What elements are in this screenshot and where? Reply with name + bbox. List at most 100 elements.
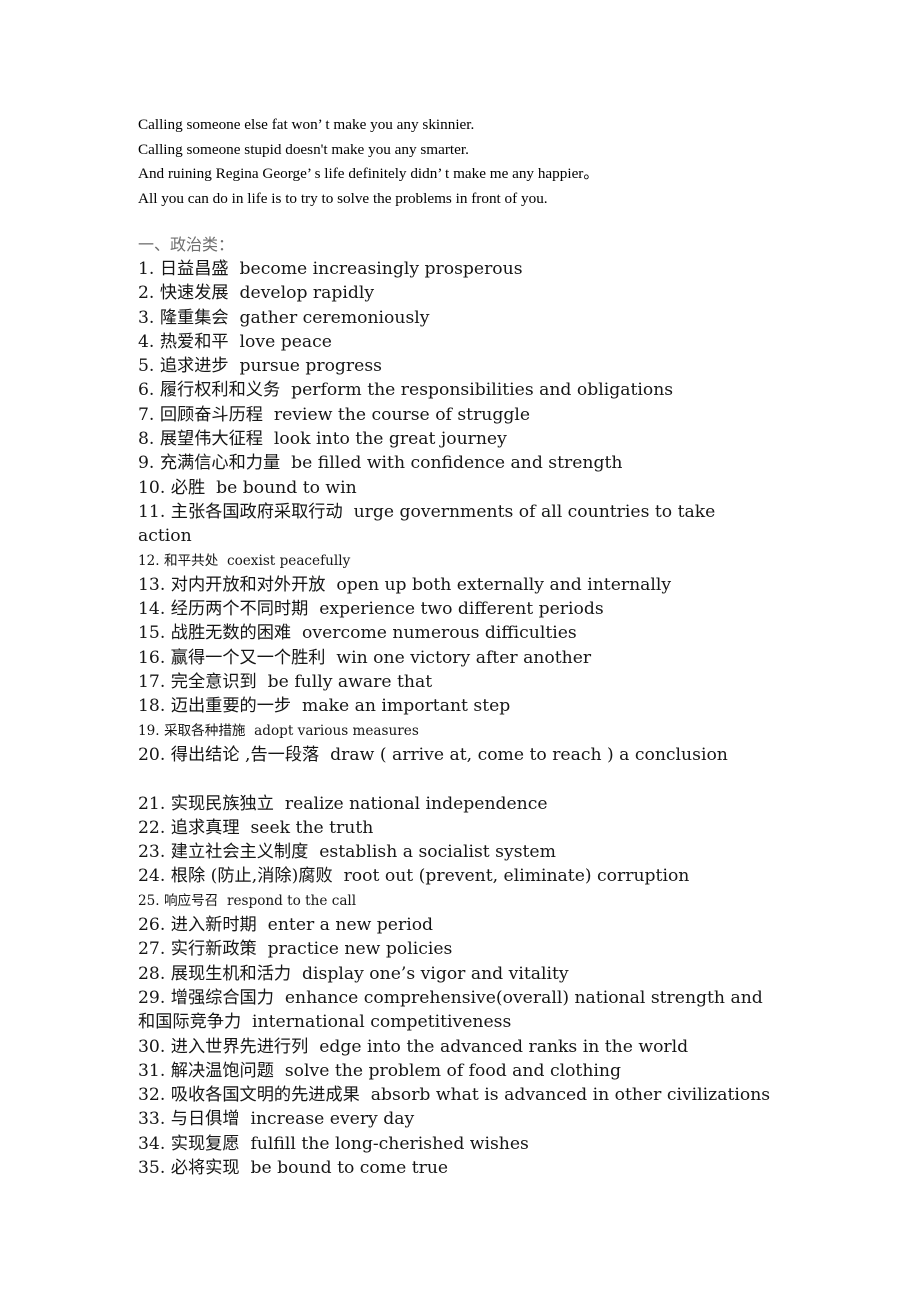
list-item-english: be filled with confidence and strength — [280, 453, 623, 474]
list-item-english: establish a socialist system — [308, 842, 556, 863]
list-item-english: enter a new period — [256, 915, 434, 936]
list-item: 6. 履行权利和义务 perform the responsibilities … — [138, 378, 878, 402]
document-page: Calling someone else fat won’ t make you… — [0, 0, 920, 1302]
list-item-english: edge into the advanced ranks in the worl… — [308, 1036, 689, 1057]
list-item: 1. 日益昌盛 become increasingly prosperous — [138, 257, 878, 281]
list-item-number: 13. — [138, 574, 166, 595]
list-item: 4. 热爱和平 love peace — [138, 330, 878, 354]
list-item-number: 19. — [138, 722, 160, 739]
list-item-english: coexist peacefully — [218, 552, 351, 569]
list-item-english: enhance comprehensive(overall) national … — [273, 987, 763, 1008]
list-item: 22. 追求真理 seek the truth — [138, 816, 878, 840]
list-item-number: 9. — [138, 453, 155, 474]
list-item-english: realize national independence — [273, 793, 548, 814]
list-item-number: 23. — [138, 842, 166, 863]
list-item: 18. 迈出重要的一步 make an important step — [138, 694, 878, 718]
list-item: 5. 追求进步 pursue progress — [138, 354, 878, 378]
list-item: 26. 进入新时期 enter a new period — [138, 913, 878, 937]
list-item-number: 7. — [138, 404, 155, 425]
list-item-english: seek the truth — [239, 817, 374, 838]
list-item-english: become increasingly prosperous — [228, 259, 523, 279]
list-item-english: experience two different periods — [308, 599, 604, 620]
list-item: 17. 完全意识到 be fully aware that — [138, 670, 878, 694]
list-item: 8. 展望伟大征程 look into the great journey — [138, 427, 878, 451]
list-item: 3. 隆重集会 gather ceremoniously — [138, 306, 878, 330]
list-item: 16. 赢得一个又一个胜利 win one victory after anot… — [138, 646, 878, 670]
list-item-chinese: 追求进步 — [154, 356, 229, 377]
list-item: 28. 展现生机和活力 display one’s vigor and vita… — [138, 962, 878, 986]
list-item-number: 16. — [138, 647, 166, 668]
list-item-number: 1. — [138, 259, 155, 279]
list-item-english: develop rapidly — [228, 283, 375, 304]
list-item-english: root out (prevent, eliminate) corruption — [332, 866, 690, 887]
intro-line: Calling someone stupid doesn't make you … — [138, 140, 469, 158]
list-item: 2. 快速发展 develop rapidly — [138, 281, 878, 305]
list-item-english: be fully aware that — [256, 672, 433, 693]
list-item-chinese: 解决温饱问题 — [165, 1060, 274, 1081]
list-item-number: 18. — [138, 696, 166, 717]
list-item-chinese: 对内开放和对外开放 — [165, 574, 326, 595]
list-item-english: display one’s vigor and vitality — [291, 963, 569, 984]
list-item: 10. 必胜 be bound to win — [138, 476, 878, 500]
list-item: 33. 与日俱增 increase every day — [138, 1107, 878, 1131]
list-item-chinese: 追求真理 — [165, 817, 240, 838]
list-item-chinese: 得出结论 ,告一段落 — [165, 744, 320, 765]
list-item-number: 11. — [138, 501, 166, 522]
list-item-english: win one victory after another — [325, 647, 592, 668]
list-item-english: urge governments of all countries to tak… — [342, 501, 716, 522]
list-item: 12. 和平共处 coexist peacefully — [138, 549, 878, 573]
list-item-chinese: 展现生机和活力 — [165, 963, 292, 984]
intro-line: And ruining Regina George’ s life defini… — [138, 165, 599, 183]
list-item-chinese: 战胜无数的困难 — [165, 623, 292, 644]
list-item: 34. 实现复愿 fulfill the long-cherished wish… — [138, 1132, 878, 1156]
list-item-number: 22. — [138, 817, 166, 838]
list-item-chinese: 实行新政策 — [165, 939, 257, 960]
list-item-chinese: 进入世界先进行列 — [165, 1036, 309, 1057]
list-item-number: 12. — [138, 552, 160, 569]
list-item-english: love peace — [228, 331, 332, 352]
list-item-chinese: 实现民族独立 — [165, 793, 274, 814]
list-item-number: 2. — [138, 283, 155, 304]
list-item: 32. 吸收各国文明的先进成果 absorb what is advanced … — [138, 1083, 878, 1107]
list-item-number: 27. — [138, 939, 166, 960]
list-item-chinese: 赢得一个又一个胜利 — [165, 647, 326, 668]
list-item: 11. 主张各国政府采取行动 urge governments of all c… — [138, 500, 878, 524]
list-item-english: increase every day — [239, 1109, 415, 1130]
list-item-number: 33. — [138, 1109, 166, 1130]
list-item-number: 24. — [138, 866, 166, 887]
list-item-number: 5. — [138, 356, 155, 377]
list-item-chinese: 履行权利和义务 — [154, 380, 281, 401]
list-item-chinese: 快速发展 — [154, 283, 229, 304]
list-item-chinese: 完全意识到 — [165, 672, 257, 693]
list-item-number: 8. — [138, 429, 155, 450]
list-item-chinese: 采取各种措施 — [159, 722, 246, 739]
list-item: 29. 增强综合国力 enhance comprehensive(overall… — [138, 986, 878, 1010]
list-item-english: review the course of struggle — [263, 404, 531, 425]
list-item-english: gather ceremoniously — [228, 307, 430, 328]
list-item: 20. 得出结论 ,告一段落 draw ( arrive at, come to… — [138, 743, 878, 767]
list-item-chinese: 日益昌盛 — [154, 259, 229, 279]
list-item-number: 32. — [138, 1085, 166, 1106]
list-item-chinese: 吸收各国文明的先进成果 — [165, 1085, 360, 1106]
list-item-english: respond to the call — [218, 892, 357, 909]
list-item: 30. 进入世界先进行列 edge into the advanced rank… — [138, 1035, 878, 1059]
list-item-english: open up both externally and internally — [325, 574, 672, 595]
list-item: 19. 采取各种措施 adopt various measures — [138, 719, 878, 743]
list-item: 7. 回顾奋斗历程 review the course of struggle — [138, 403, 878, 427]
intro-line: All you can do in life is to try to solv… — [138, 189, 548, 207]
list-item-chinese: 实现复愿 — [165, 1133, 240, 1154]
list-item-english: draw ( arrive at, come to reach ) a conc… — [319, 744, 728, 765]
list-item-chinese: 主张各国政府采取行动 — [165, 501, 343, 522]
list-item-chinese: 热爱和平 — [154, 331, 229, 352]
list-item-number: 34. — [138, 1133, 166, 1154]
list-item-english: solve the problem of food and clothing — [273, 1060, 621, 1081]
list-item-chinese: 隆重集会 — [154, 307, 229, 328]
list-item-number: 25. — [138, 892, 160, 909]
section-heading: 一、政治类： — [138, 235, 235, 254]
list-item-chinese: 建立社会主义制度 — [165, 842, 309, 863]
list-item: 14. 经历两个不同时期 experience two different pe… — [138, 597, 878, 621]
list-item-english: perform the responsibilities and obligat… — [280, 380, 674, 401]
list-item: 21. 实现民族独立 realize national independence — [138, 792, 878, 816]
list-item-chinese: 回顾奋斗历程 — [154, 404, 263, 425]
